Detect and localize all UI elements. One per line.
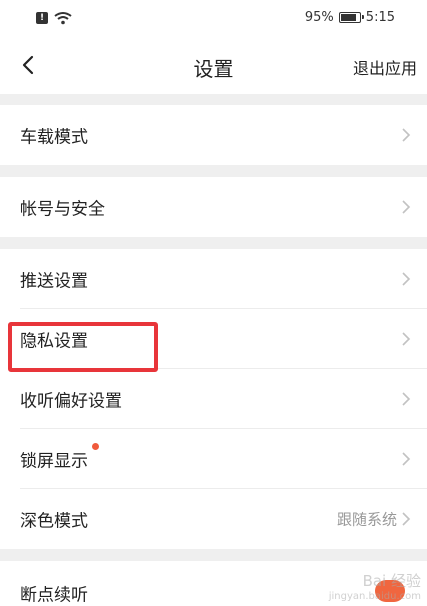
settings-item-lock-screen-display[interactable]: 锁屏显示 [0, 429, 427, 489]
chevron-right-icon [402, 128, 411, 142]
settings-item-push-settings[interactable]: 推送设置 [0, 249, 427, 309]
settings-item-label: 收听偏好设置 [20, 391, 122, 412]
settings-item-label: 断点续听 [20, 585, 88, 606]
chevron-right-icon [402, 332, 411, 346]
chevron-right-icon [402, 392, 411, 406]
settings-item-label: 帐号与安全 [20, 199, 105, 220]
settings-item-label: 推送设置 [20, 271, 88, 292]
battery-percent: 95% [304, 10, 334, 25]
settings-item-label: 车载模式 [20, 127, 88, 148]
settings-item-label: 隐私设置 [20, 331, 88, 352]
battery-fill [340, 14, 356, 21]
alert-icon: ! [36, 12, 48, 24]
back-arrow-icon[interactable] [18, 53, 40, 77]
settings-item-label: 锁屏显示 [20, 451, 88, 472]
watermark-url: jingyan.baidu.com [328, 591, 421, 602]
navigation-bar: 设置 退出应用 [0, 38, 427, 94]
notification-dot [92, 443, 99, 450]
clock: 5:15 [365, 10, 395, 25]
settings-item-listening-preferences[interactable]: 收听偏好设置 [0, 369, 427, 429]
status-bar: ! 95% 5:15 [0, 0, 427, 38]
status-left: ! [36, 11, 72, 25]
watermark: Bai 经验 jingyan.baidu.com [329, 570, 421, 602]
watermark-brand: Bai 经验 [362, 572, 421, 590]
settings-item-privacy-settings[interactable]: 隐私设置 [0, 309, 427, 369]
dark-mode-value: 跟随系统 [336, 510, 397, 529]
chevron-right-icon [402, 200, 411, 214]
settings-item-account-security[interactable]: 帐号与安全 [0, 177, 427, 237]
settings-item-car-mode[interactable]: 车载模式 [0, 105, 427, 165]
battery-icon [338, 12, 364, 23]
chevron-right-icon [402, 452, 411, 466]
exit-app-button[interactable]: 退出应用 [353, 55, 417, 79]
settings-item-label: 深色模式 [20, 511, 88, 532]
status-right: 95% 5:15 [305, 10, 395, 25]
chevron-right-icon [402, 512, 411, 526]
settings-item-dark-mode[interactable]: 深色模式 跟随系统 [0, 489, 427, 549]
wifi-icon [54, 12, 72, 25]
chevron-right-icon [402, 272, 411, 286]
